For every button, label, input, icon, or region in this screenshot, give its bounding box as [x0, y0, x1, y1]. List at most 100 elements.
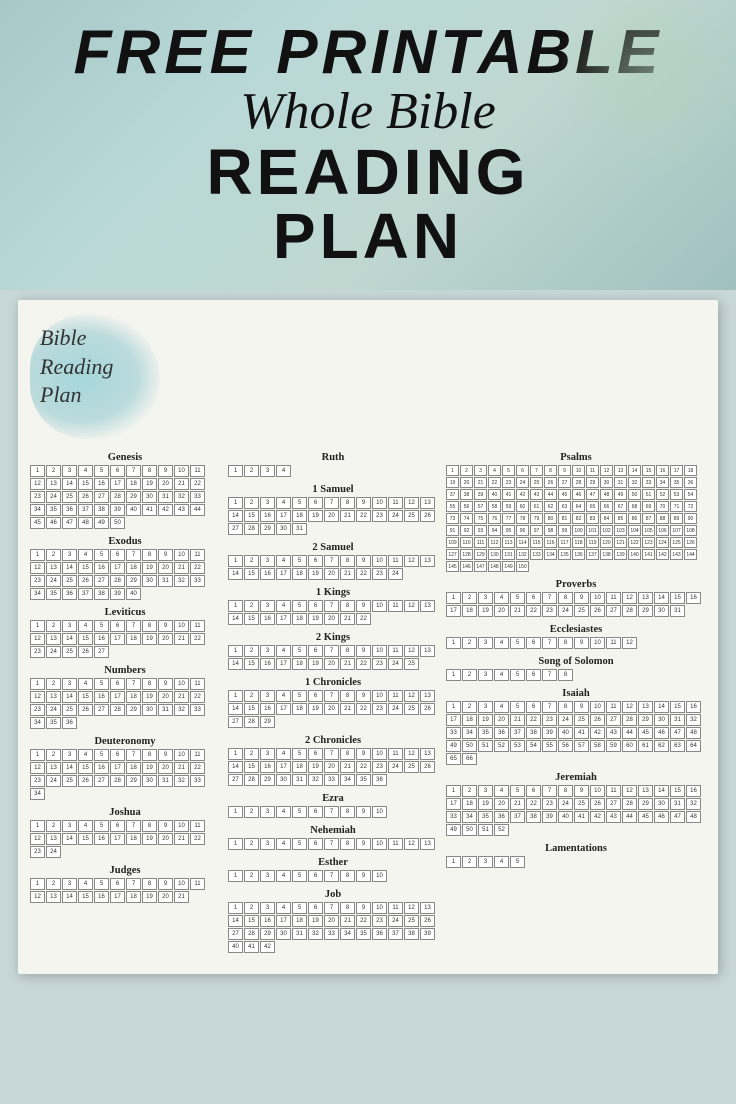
- chapter-cell[interactable]: 20: [494, 714, 509, 726]
- chapter-cell[interactable]: 7: [542, 592, 557, 604]
- chapter-cell[interactable]: 5: [292, 645, 307, 657]
- chapter-cell[interactable]: 18: [126, 562, 141, 574]
- chapter-cell[interactable]: 54: [684, 489, 697, 500]
- chapter-cell[interactable]: 13: [46, 833, 61, 845]
- chapter-cell[interactable]: 23: [372, 510, 387, 522]
- chapter-cell[interactable]: 15: [244, 761, 259, 773]
- chapter-cell[interactable]: 3: [260, 748, 275, 760]
- chapter-cell[interactable]: 25: [574, 605, 589, 617]
- chapter-cell[interactable]: 1: [228, 806, 243, 818]
- chapter-cell[interactable]: 9: [356, 555, 371, 567]
- chapter-cell[interactable]: 32: [686, 714, 701, 726]
- chapter-cell[interactable]: 8: [340, 645, 355, 657]
- chapter-cell[interactable]: 85: [614, 513, 627, 524]
- chapter-cell[interactable]: 3: [62, 678, 77, 690]
- chapter-cell[interactable]: 26: [420, 915, 435, 927]
- chapter-cell[interactable]: 30: [142, 704, 157, 716]
- chapter-cell[interactable]: 119: [586, 537, 599, 548]
- chapter-cell[interactable]: 21: [474, 477, 487, 488]
- chapter-cell[interactable]: 21: [340, 915, 355, 927]
- chapter-cell[interactable]: 21: [174, 633, 189, 645]
- chapter-cell[interactable]: 66: [600, 501, 613, 512]
- chapter-cell[interactable]: 17: [276, 703, 291, 715]
- chapter-cell[interactable]: 12: [622, 701, 637, 713]
- chapter-cell[interactable]: 23: [30, 491, 45, 503]
- chapter-cell[interactable]: 11: [388, 600, 403, 612]
- chapter-cell[interactable]: 24: [516, 477, 529, 488]
- chapter-cell[interactable]: 7: [324, 497, 339, 509]
- chapter-cell[interactable]: 13: [420, 748, 435, 760]
- chapter-cell[interactable]: 4: [494, 592, 509, 604]
- chapter-cell[interactable]: 20: [158, 562, 173, 574]
- chapter-cell[interactable]: 18: [462, 714, 477, 726]
- chapter-cell[interactable]: 21: [340, 761, 355, 773]
- chapter-cell[interactable]: 8: [142, 549, 157, 561]
- chapter-cell[interactable]: 9: [558, 465, 571, 476]
- chapter-cell[interactable]: 19: [142, 691, 157, 703]
- chapter-cell[interactable]: 21: [510, 798, 525, 810]
- chapter-cell[interactable]: 38: [460, 489, 473, 500]
- chapter-cell[interactable]: 6: [110, 678, 125, 690]
- chapter-cell[interactable]: 12: [404, 690, 419, 702]
- chapter-cell[interactable]: 16: [94, 691, 109, 703]
- chapter-cell[interactable]: 21: [174, 562, 189, 574]
- chapter-cell[interactable]: 25: [404, 915, 419, 927]
- chapter-cell[interactable]: 6: [110, 620, 125, 632]
- chapter-cell[interactable]: 16: [260, 658, 275, 670]
- chapter-cell[interactable]: 10: [572, 465, 585, 476]
- chapter-cell[interactable]: 135: [558, 549, 571, 560]
- chapter-cell[interactable]: 106: [656, 525, 669, 536]
- chapter-cell[interactable]: 13: [420, 690, 435, 702]
- chapter-cell[interactable]: 27: [94, 775, 109, 787]
- chapter-cell[interactable]: 126: [684, 537, 697, 548]
- chapter-cell[interactable]: 1: [30, 678, 45, 690]
- chapter-cell[interactable]: 8: [142, 749, 157, 761]
- chapter-cell[interactable]: 21: [340, 510, 355, 522]
- chapter-cell[interactable]: 129: [474, 549, 487, 560]
- chapter-cell[interactable]: 4: [78, 820, 93, 832]
- chapter-cell[interactable]: 20: [494, 605, 509, 617]
- chapter-cell[interactable]: 2: [244, 806, 259, 818]
- chapter-cell[interactable]: 13: [46, 762, 61, 774]
- chapter-cell[interactable]: 36: [62, 588, 77, 600]
- chapter-cell[interactable]: 12: [404, 748, 419, 760]
- chapter-cell[interactable]: 123: [642, 537, 655, 548]
- chapter-cell[interactable]: 15: [670, 701, 685, 713]
- chapter-cell[interactable]: 20: [494, 798, 509, 810]
- chapter-cell[interactable]: 45: [638, 811, 653, 823]
- chapter-cell[interactable]: 2: [46, 749, 61, 761]
- chapter-cell[interactable]: 6: [308, 806, 323, 818]
- chapter-cell[interactable]: 22: [356, 703, 371, 715]
- chapter-cell[interactable]: 5: [292, 902, 307, 914]
- chapter-cell[interactable]: 2: [462, 592, 477, 604]
- chapter-cell[interactable]: 144: [684, 549, 697, 560]
- chapter-cell[interactable]: 42: [590, 811, 605, 823]
- chapter-cell[interactable]: 22: [190, 562, 205, 574]
- chapter-cell[interactable]: 20: [158, 478, 173, 490]
- chapter-cell[interactable]: 4: [78, 549, 93, 561]
- chapter-cell[interactable]: 16: [686, 592, 701, 604]
- chapter-cell[interactable]: 18: [292, 761, 307, 773]
- chapter-cell[interactable]: 32: [628, 477, 641, 488]
- chapter-cell[interactable]: 1: [228, 465, 243, 477]
- chapter-cell[interactable]: 33: [190, 704, 205, 716]
- chapter-cell[interactable]: 5: [292, 690, 307, 702]
- chapter-cell[interactable]: 16: [94, 562, 109, 574]
- chapter-cell[interactable]: 136: [572, 549, 585, 560]
- chapter-cell[interactable]: 20: [324, 510, 339, 522]
- chapter-cell[interactable]: 8: [558, 637, 573, 649]
- chapter-cell[interactable]: 33: [324, 774, 339, 786]
- chapter-cell[interactable]: 16: [94, 762, 109, 774]
- chapter-cell[interactable]: 15: [670, 592, 685, 604]
- chapter-cell[interactable]: 33: [642, 477, 655, 488]
- chapter-cell[interactable]: 24: [46, 491, 61, 503]
- chapter-cell[interactable]: 5: [292, 838, 307, 850]
- chapter-cell[interactable]: 73: [446, 513, 459, 524]
- chapter-cell[interactable]: 124: [656, 537, 669, 548]
- chapter-cell[interactable]: 55: [542, 740, 557, 752]
- chapter-cell[interactable]: 3: [62, 549, 77, 561]
- chapter-cell[interactable]: 27: [228, 774, 243, 786]
- chapter-cell[interactable]: 25: [574, 798, 589, 810]
- chapter-cell[interactable]: 20: [158, 691, 173, 703]
- chapter-cell[interactable]: 9: [356, 690, 371, 702]
